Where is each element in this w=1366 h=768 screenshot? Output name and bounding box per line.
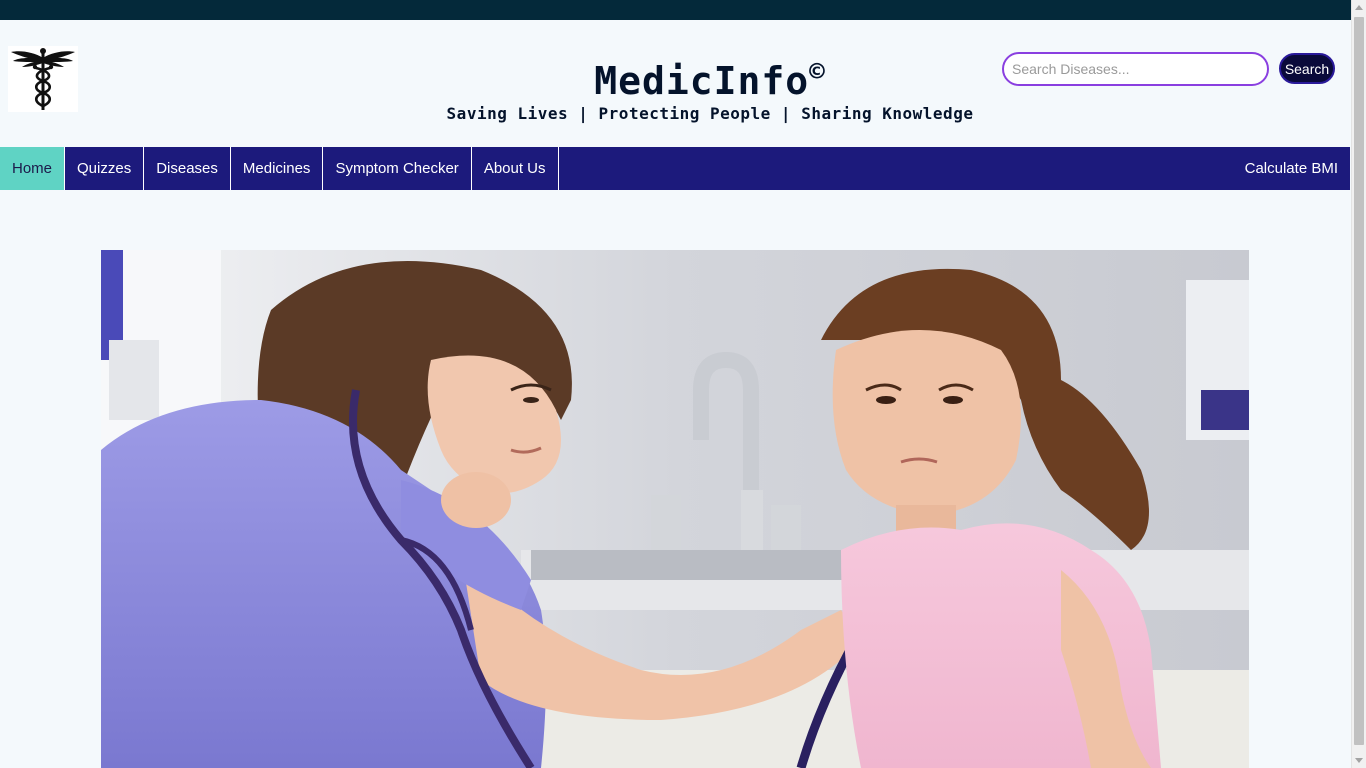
nav-item-home[interactable]: Home [0,147,66,190]
search-button[interactable]: Search [1279,53,1335,84]
scroll-thumb[interactable] [1354,17,1364,745]
copyright-mark: © [809,57,826,87]
nav-item-diseases[interactable]: Diseases [144,147,231,190]
caduceus-icon [11,48,75,110]
scroll-down-icon[interactable] [1355,758,1363,763]
hero-image [101,250,1249,768]
site-logo[interactable] [8,46,78,112]
nav-item-quizzes[interactable]: Quizzes [65,147,145,190]
search-input[interactable] [1002,52,1269,86]
nurse-examining-child-photo [101,250,1249,768]
page: MedicInfo© Saving Lives | Protecting Peo… [0,20,1351,768]
scroll-up-icon[interactable] [1355,5,1363,10]
site-title: MedicInfo© [594,57,826,103]
nav-item-about-us[interactable]: About Us [472,147,559,190]
top-strip [0,0,1351,20]
main-nav: Home Quizzes Diseases Medicines Symptom … [0,147,1350,190]
brand: MedicInfo© [560,48,860,105]
nav-item-calculate-bmi[interactable]: Calculate BMI [1233,147,1350,190]
nav-item-medicines[interactable]: Medicines [231,147,324,190]
vertical-scrollbar[interactable] [1351,0,1366,768]
nav-item-symptom-checker[interactable]: Symptom Checker [323,147,472,190]
site-tagline: Saving Lives | Protecting People | Shari… [446,104,974,123]
